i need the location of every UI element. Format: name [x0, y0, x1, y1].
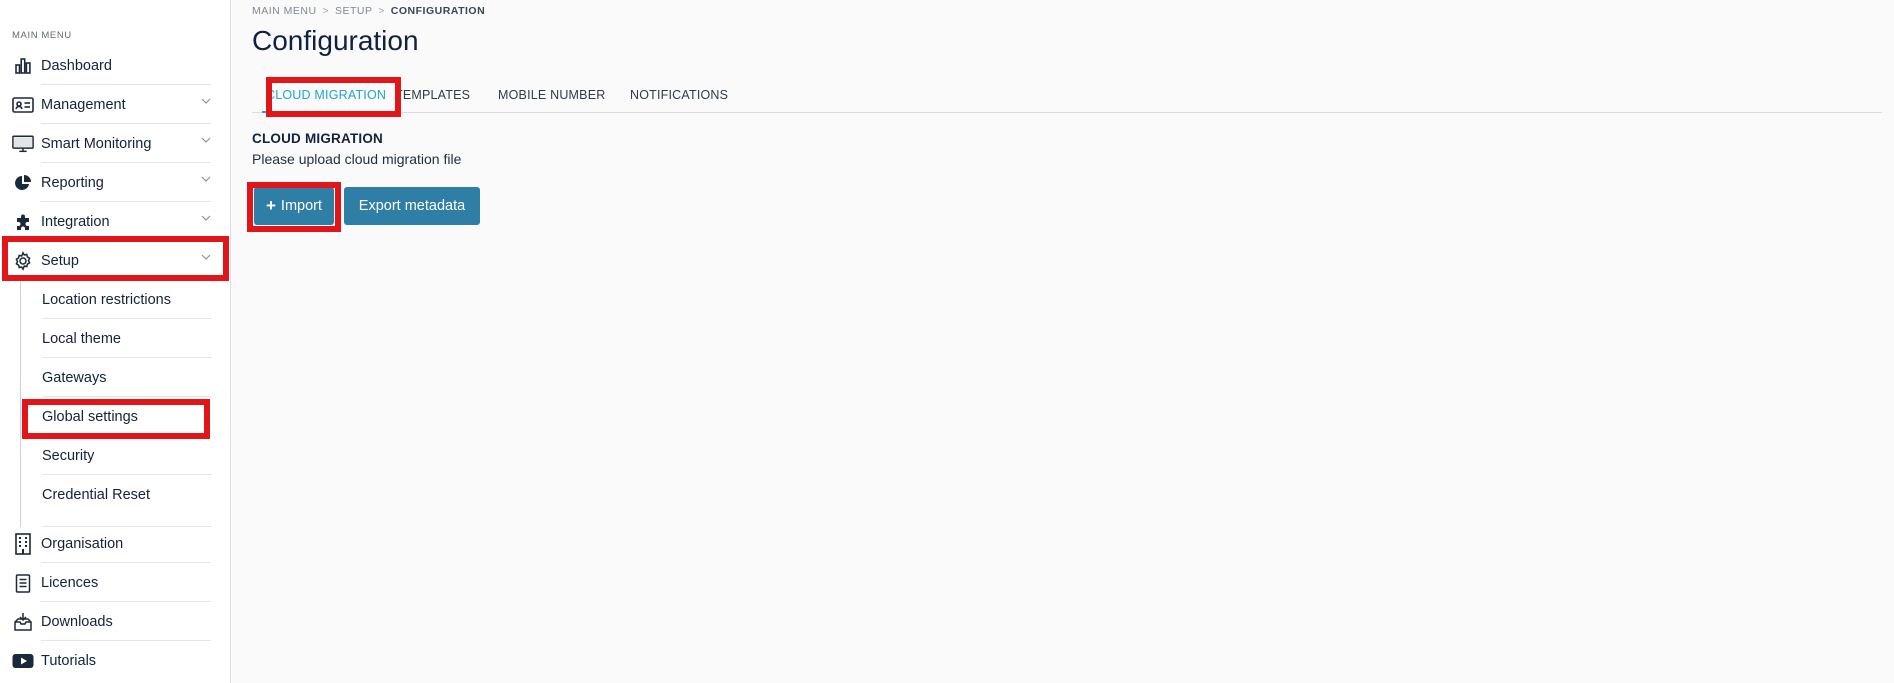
gear-icon	[12, 250, 34, 272]
sidebar-item-reporting[interactable]: Reporting	[0, 163, 231, 202]
tab-notifications[interactable]: NOTIFICATIONS	[630, 88, 728, 102]
chevron-right-icon: >	[378, 5, 385, 17]
sidebar-subitem-security[interactable]: Security	[24, 436, 212, 475]
bar-chart-icon	[12, 55, 34, 77]
chevron-down-icon	[200, 251, 214, 265]
sidebar-item-tutorials[interactable]: Tutorials	[0, 641, 231, 680]
sidebar-item-label: Downloads	[41, 614, 113, 630]
section-title: CLOUD MIGRATION	[252, 131, 383, 146]
sidebar-subitem-credential-reset[interactable]: Credential Reset	[24, 475, 212, 514]
sidebar-item-smart-monitoring[interactable]: Smart Monitoring	[0, 124, 231, 163]
sidebar-subitem-location-restrictions[interactable]: Location restrictions	[24, 280, 212, 319]
sidebar-subitem-gateways[interactable]: Gateways	[24, 358, 212, 397]
sidebar-item-label: Licences	[41, 575, 99, 591]
building-icon	[12, 533, 34, 555]
sidebar-item-integration[interactable]: Integration	[0, 202, 231, 241]
puzzle-icon	[12, 211, 34, 233]
sidebar-subitem-label: Credential Reset	[42, 487, 150, 503]
sidebar-item-label: Smart Monitoring	[41, 136, 152, 152]
import-button[interactable]: + Import	[254, 187, 334, 225]
sidebar: MAIN MENU Dashboard Management Smart Mon…	[0, 0, 231, 683]
monitor-icon	[12, 133, 34, 155]
page-title: Configuration	[252, 25, 419, 56]
video-play-icon	[12, 650, 34, 672]
download-box-icon	[12, 611, 34, 633]
sidebar-subitem-global-settings[interactable]: Global settings	[24, 397, 212, 436]
sidebar-item-management[interactable]: Management	[0, 85, 231, 124]
sidebar-subitem-label: Global settings	[42, 409, 138, 425]
export-metadata-label: Export metadata	[358, 198, 466, 214]
chevron-down-icon	[200, 212, 214, 226]
submenu-rail	[20, 280, 21, 527]
sidebar-item-organisation[interactable]: Organisation	[0, 524, 231, 563]
tab-templates[interactable]: TEMPLATES	[395, 88, 470, 102]
tab-bar: CLOUD MIGRATION TEMPLATES MOBILE NUMBER …	[252, 79, 1882, 113]
export-metadata-button[interactable]: Export metadata	[344, 187, 480, 225]
main-menu-caption: MAIN MENU	[12, 30, 72, 41]
sidebar-item-label: Reporting	[41, 175, 104, 191]
sidebar-item-downloads[interactable]: Downloads	[0, 602, 231, 641]
chevron-down-icon	[200, 95, 214, 109]
sidebar-item-label: Dashboard	[41, 58, 112, 74]
sidebar-subitem-label: Location restrictions	[42, 292, 171, 308]
sidebar-subitem-label: Security	[42, 448, 95, 464]
chevron-down-icon	[200, 134, 214, 148]
chevron-down-icon	[200, 173, 214, 187]
sidebar-subitem-label: Gateways	[42, 370, 107, 386]
main-content: MAIN MENU > SETUP > CONFIGURATION Config…	[232, 0, 1894, 683]
breadcrumb-configuration: CONFIGURATION	[390, 5, 486, 17]
sidebar-item-label: Management	[41, 97, 126, 113]
tab-mobile-number[interactable]: MOBILE NUMBER	[498, 88, 605, 102]
import-button-label: Import	[280, 198, 323, 214]
breadcrumb-main-menu[interactable]: MAIN MENU	[252, 5, 317, 17]
sidebar-item-label: Setup	[41, 253, 79, 269]
sidebar-item-licences[interactable]: Licences	[0, 563, 231, 602]
sidebar-item-dashboard[interactable]: Dashboard	[0, 46, 231, 85]
sidebar-item-label: Organisation	[41, 536, 124, 552]
plus-icon: +	[265, 196, 276, 215]
pie-chart-icon	[12, 172, 34, 194]
sidebar-item-label: Integration	[41, 214, 110, 230]
sidebar-item-label: Tutorials	[41, 653, 97, 669]
tab-cloud-migration[interactable]: CLOUD MIGRATION	[266, 88, 386, 102]
active-tab-indicator	[262, 111, 380, 113]
section-description: Please upload cloud migration file	[252, 151, 462, 167]
sidebar-item-setup[interactable]: Setup	[0, 241, 231, 280]
chevron-right-icon: >	[322, 5, 329, 17]
sidebar-subitem-local-theme[interactable]: Local theme	[24, 319, 212, 358]
id-card-icon	[12, 94, 34, 116]
sidebar-subitem-label: Local theme	[42, 331, 121, 347]
document-list-icon	[12, 572, 34, 594]
breadcrumb: MAIN MENU > SETUP > CONFIGURATION	[252, 5, 485, 17]
breadcrumb-setup[interactable]: SETUP	[335, 5, 373, 17]
